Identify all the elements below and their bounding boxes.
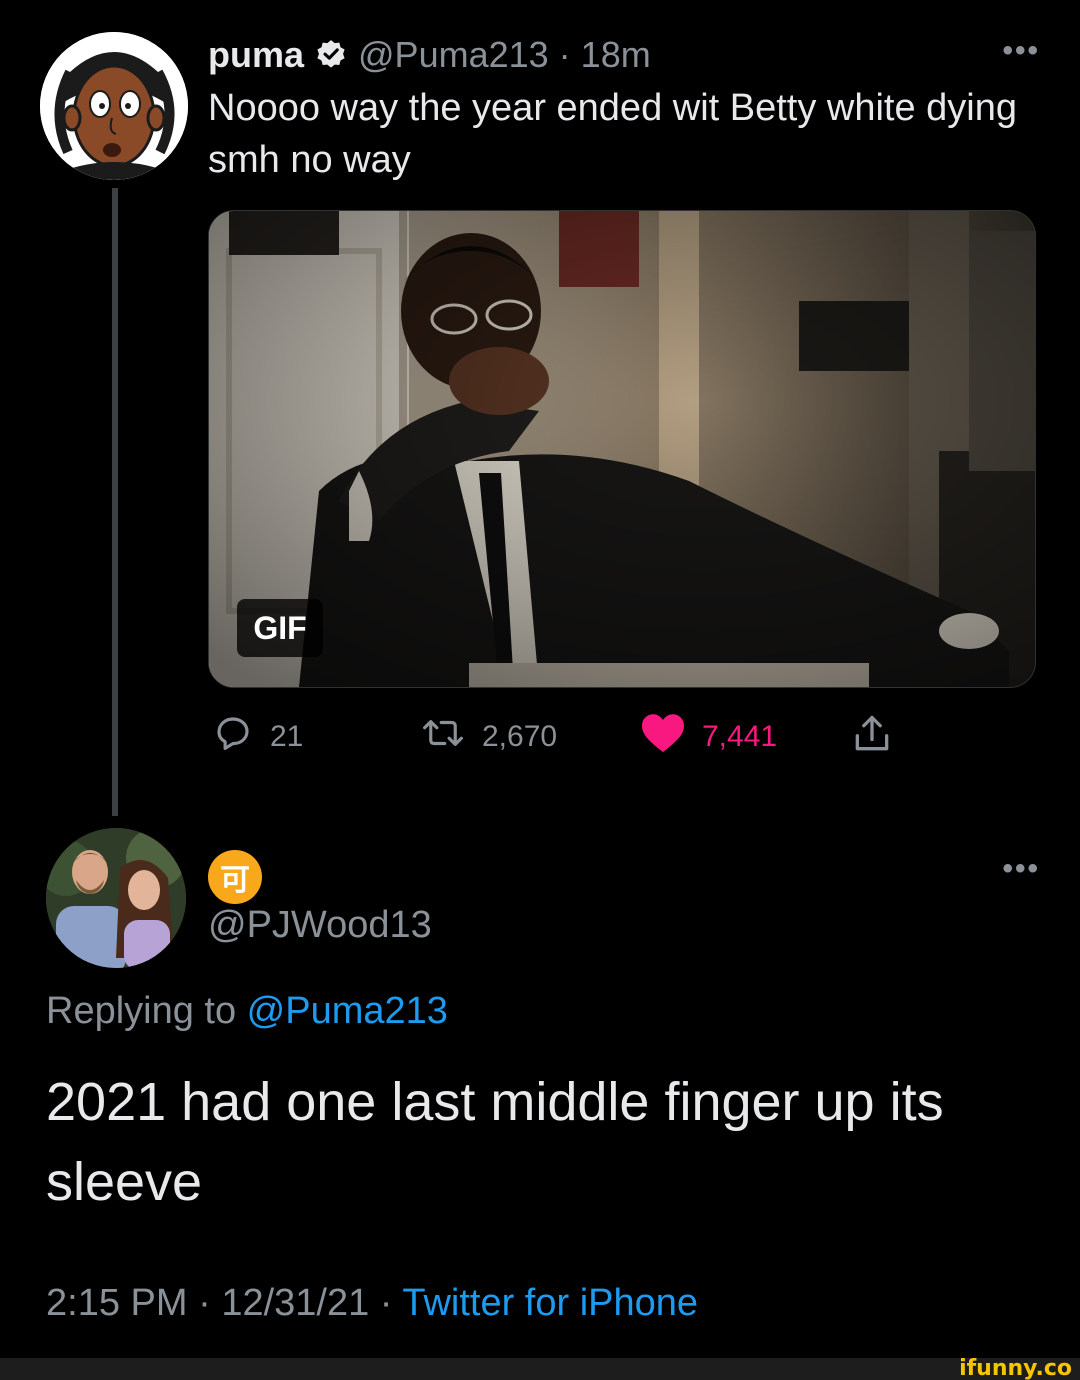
author-handle[interactable]: @Puma213 xyxy=(358,34,549,76)
reply-timestamp[interactable]: 2:15 PM xyxy=(46,1282,188,1324)
reply-button[interactable]: 21 xyxy=(212,712,303,762)
replying-to-line: Replying to @Puma213 xyxy=(46,990,448,1033)
retweet-count: 2,670 xyxy=(482,720,558,753)
replying-to-link[interactable]: @Puma213 xyxy=(247,990,448,1032)
user-badge-icon: 可 xyxy=(208,850,262,904)
gif-frame-image xyxy=(209,211,1035,687)
reply-source-link[interactable]: Twitter for iPhone xyxy=(402,1282,698,1324)
author-avatar[interactable] xyxy=(40,32,188,180)
reply-metadata: 2:15 PM · 12/31/21 · Twitter for iPhone xyxy=(46,1282,698,1325)
thread-line xyxy=(112,188,118,816)
reply-more-options-button[interactable]: ••• xyxy=(1002,852,1040,886)
author-name[interactable]: puma xyxy=(208,34,304,76)
retweet-button[interactable]: 2,670 xyxy=(420,712,557,762)
separator-dot: · xyxy=(558,34,571,75)
reply-text: 2021 had one last middle finger up its s… xyxy=(46,1072,944,1212)
meta-separator-2: · xyxy=(379,1282,393,1324)
heart-icon xyxy=(640,712,686,762)
ifunny-watermark: ifunny.co xyxy=(959,1356,1072,1380)
tweet-header: puma @Puma213 · 18m xyxy=(208,30,651,80)
meta-separator: · xyxy=(198,1282,211,1324)
cartoon-avatar-image xyxy=(40,32,188,180)
retweet-icon xyxy=(420,712,466,762)
reply-avatar[interactable] xyxy=(46,828,186,968)
share-button[interactable] xyxy=(850,712,894,764)
gif-badge: GIF xyxy=(237,599,323,657)
tweet-gif[interactable]: GIF xyxy=(208,210,1036,688)
share-icon xyxy=(850,712,894,764)
footer-bar xyxy=(0,1358,1080,1380)
tweet-time[interactable]: 18m xyxy=(581,34,651,76)
tweet-text: Noooo way the year ended wit Betty white… xyxy=(208,87,1018,181)
reply-author-handle[interactable]: @PJWood13 xyxy=(208,904,432,947)
reply-date[interactable]: 12/31/21 xyxy=(221,1282,369,1324)
like-count: 7,441 xyxy=(702,720,778,753)
verified-icon xyxy=(314,38,348,72)
couple-photo-image xyxy=(46,828,186,968)
replying-prefix: Replying to xyxy=(46,990,247,1032)
like-button[interactable]: 7,441 xyxy=(640,712,777,762)
reply-icon xyxy=(212,712,254,762)
more-options-button[interactable]: ••• xyxy=(1002,34,1040,68)
reply-count: 21 xyxy=(270,720,304,753)
